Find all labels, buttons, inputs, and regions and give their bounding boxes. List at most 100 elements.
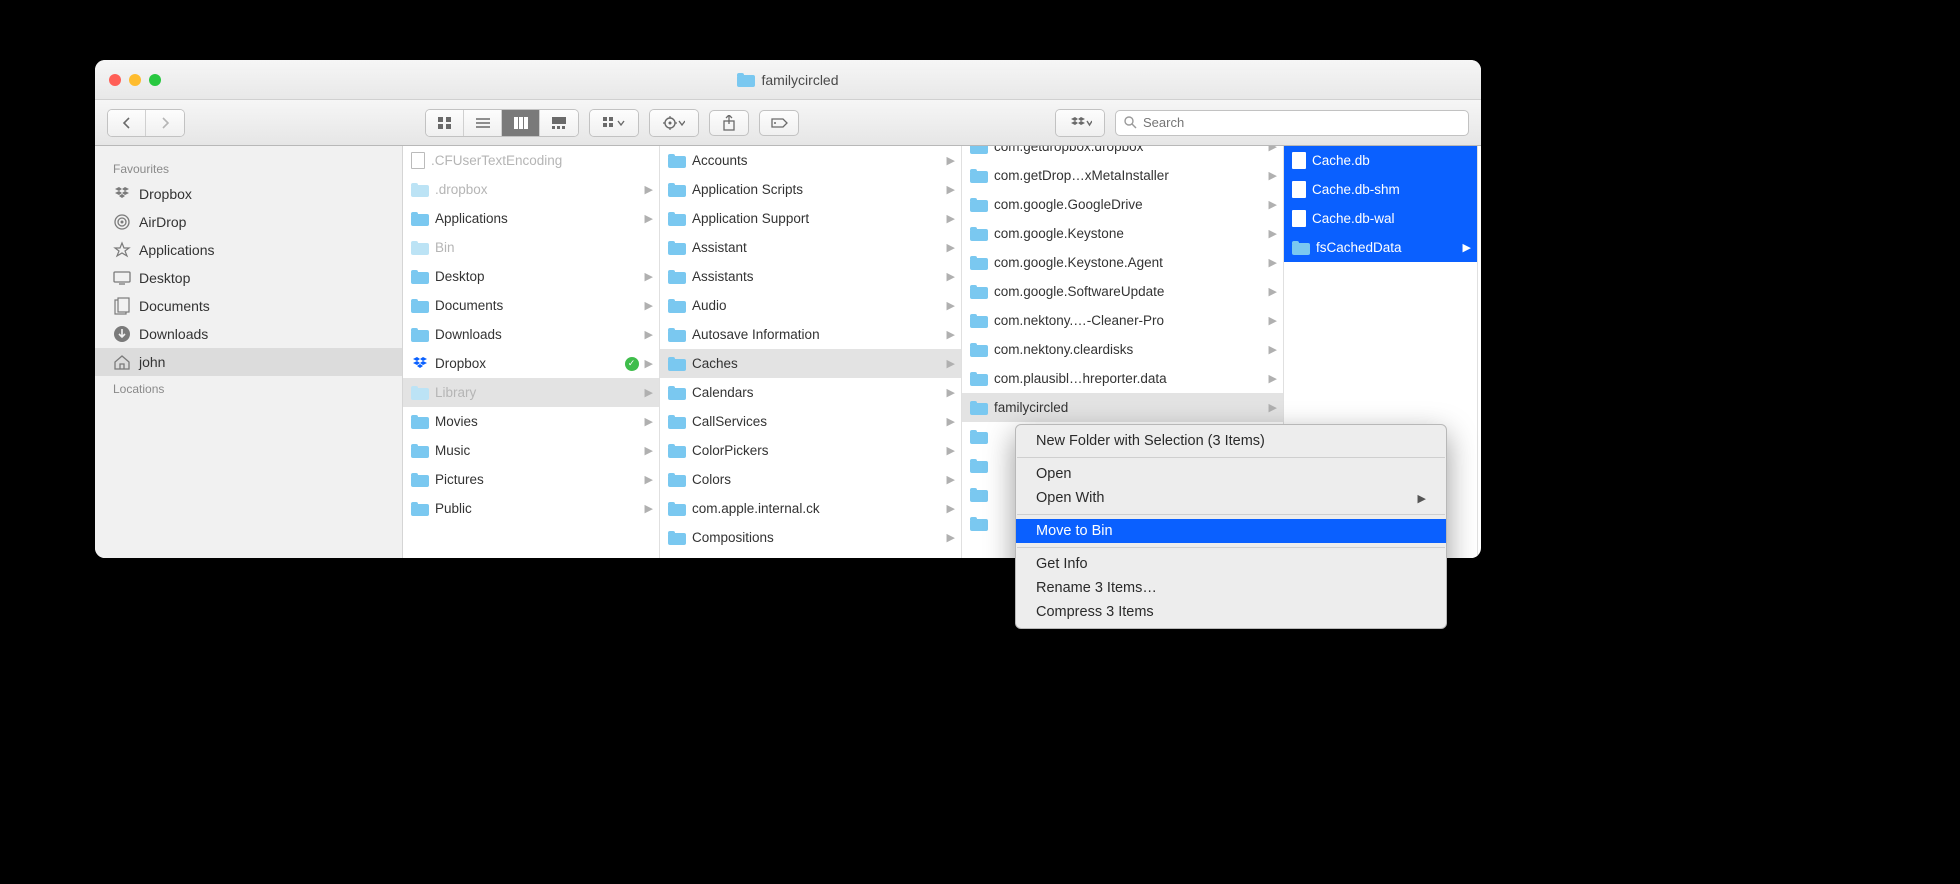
- file-row[interactable]: com.plausibl…hreporter.data▶: [962, 364, 1283, 393]
- file-row[interactable]: Downloads▶: [403, 320, 659, 349]
- file-row[interactable]: com.google.SoftwareUpdate▶: [962, 277, 1283, 306]
- sidebar-item-documents[interactable]: Documents: [95, 292, 402, 320]
- file-row[interactable]: Containers▶: [660, 552, 961, 558]
- sidebar-item-airdrop[interactable]: AirDrop: [95, 208, 402, 236]
- folder-icon: [411, 328, 429, 342]
- file-name: Downloads: [435, 327, 639, 342]
- file-row[interactable]: Assistant▶: [660, 233, 961, 262]
- share-button[interactable]: [709, 110, 749, 136]
- file-row[interactable]: Library▶: [403, 378, 659, 407]
- file-row[interactable]: .CFUserTextEncoding: [403, 146, 659, 175]
- folder-icon: [970, 517, 988, 531]
- column-view-button[interactable]: [502, 110, 540, 136]
- sidebar-item-label: AirDrop: [139, 214, 186, 230]
- file-row[interactable]: Autosave Information▶: [660, 320, 961, 349]
- file-row[interactable]: Public▶: [403, 494, 659, 523]
- file-row[interactable]: Pictures▶: [403, 465, 659, 494]
- folder-icon: [1292, 241, 1310, 255]
- chevron-right-icon: ▶: [1269, 285, 1277, 298]
- chevron-right-icon: ▶: [645, 299, 653, 312]
- sidebar-item-applications[interactable]: Applications: [95, 236, 402, 264]
- file-name: fsCachedData: [1316, 240, 1457, 255]
- file-row[interactable]: Audio▶: [660, 291, 961, 320]
- sidebar-item-desktop[interactable]: Desktop: [95, 264, 402, 292]
- file-row[interactable]: Documents▶: [403, 291, 659, 320]
- gallery-view-button[interactable]: [540, 110, 578, 136]
- menu-item[interactable]: Get Info: [1016, 552, 1446, 576]
- file-row[interactable]: .dropbox▶: [403, 175, 659, 204]
- file-row[interactable]: Assistants▶: [660, 262, 961, 291]
- arrange-button[interactable]: [590, 110, 638, 136]
- file-name: Application Support: [692, 211, 941, 226]
- icon-view-button[interactable]: [426, 110, 464, 136]
- file-row[interactable]: Caches▶: [660, 349, 961, 378]
- chevron-right-icon: ▶: [1269, 198, 1277, 211]
- file-row[interactable]: Cache.db-wal: [1284, 204, 1477, 233]
- file-row[interactable]: Calendars▶: [660, 378, 961, 407]
- chevron-right-icon: ▶: [1269, 343, 1277, 356]
- file-name: com.google.Keystone: [994, 226, 1263, 241]
- file-row[interactable]: com.getDrop…xMetaInstaller▶: [962, 161, 1283, 190]
- menu-item-label: Compress 3 Items: [1036, 604, 1154, 620]
- chevron-right-icon: ▶: [947, 531, 955, 544]
- file-row[interactable]: com.google.Keystone.Agent▶: [962, 248, 1283, 277]
- file-row[interactable]: Compositions▶: [660, 523, 961, 552]
- search-input[interactable]: [1143, 115, 1460, 130]
- folder-icon: [970, 488, 988, 502]
- file-row[interactable]: com.google.Keystone ▶: [962, 219, 1283, 248]
- file-row[interactable]: ColorPickers▶: [660, 436, 961, 465]
- folder-icon: [668, 241, 686, 255]
- chevron-right-icon: ▶: [1269, 227, 1277, 240]
- menu-item[interactable]: New Folder with Selection (3 Items): [1016, 429, 1446, 453]
- file-row[interactable]: Desktop▶: [403, 262, 659, 291]
- file-row[interactable]: Cache.db: [1284, 146, 1477, 175]
- sidebar-item-john[interactable]: john: [95, 348, 402, 376]
- chevron-right-icon: ▶: [1269, 401, 1277, 414]
- john-icon: [113, 353, 131, 371]
- file-name: Movies: [435, 414, 639, 429]
- sidebar-item-dropbox[interactable]: Dropbox: [95, 180, 402, 208]
- file-row[interactable]: Bin: [403, 233, 659, 262]
- file-row[interactable]: familycircled▶: [962, 393, 1283, 422]
- menu-item[interactable]: Move to Bin: [1016, 519, 1446, 543]
- close-button[interactable]: [109, 74, 121, 86]
- menu-item[interactable]: Rename 3 Items…: [1016, 576, 1446, 600]
- minimize-button[interactable]: [129, 74, 141, 86]
- file-row[interactable]: Applications▶: [403, 204, 659, 233]
- file-row[interactable]: Application Support▶: [660, 204, 961, 233]
- folder-icon: [668, 444, 686, 458]
- file-name: .dropbox: [435, 182, 639, 197]
- file-row[interactable]: Accounts▶: [660, 146, 961, 175]
- file-row[interactable]: Music▶: [403, 436, 659, 465]
- menu-item[interactable]: Compress 3 Items: [1016, 600, 1446, 624]
- tags-button[interactable]: [759, 110, 799, 136]
- file-row[interactable]: com.nektony.…-Cleaner-Pro▶: [962, 306, 1283, 335]
- zoom-button[interactable]: [149, 74, 161, 86]
- window-title-text: familycircled: [761, 72, 838, 88]
- desktop-icon: [113, 269, 131, 287]
- list-view-button[interactable]: [464, 110, 502, 136]
- dropbox-toolbar-button[interactable]: [1056, 110, 1104, 136]
- file-row[interactable]: Colors▶: [660, 465, 961, 494]
- menu-item[interactable]: Open: [1016, 462, 1446, 486]
- file-row[interactable]: com.nektony.cleardisks▶: [962, 335, 1283, 364]
- back-button[interactable]: [108, 110, 146, 136]
- file-row[interactable]: Application Scripts▶: [660, 175, 961, 204]
- file-row[interactable]: Dropbox✓▶: [403, 349, 659, 378]
- chevron-right-icon: ▶: [645, 415, 653, 428]
- folder-icon: [970, 401, 988, 415]
- file-row[interactable]: Cache.db-shm: [1284, 175, 1477, 204]
- chevron-right-icon: ▶: [645, 357, 653, 370]
- file-row[interactable]: fsCachedData▶: [1284, 233, 1477, 262]
- search-field[interactable]: [1115, 110, 1469, 136]
- file-row[interactable]: Movies ▶: [403, 407, 659, 436]
- sidebar-item-downloads[interactable]: Downloads: [95, 320, 402, 348]
- dropbox-button-group: [1055, 109, 1105, 137]
- file-row[interactable]: com.getdropbox.dropbox▶: [962, 146, 1283, 161]
- file-row[interactable]: com.apple.internal.ck▶: [660, 494, 961, 523]
- forward-button[interactable]: [146, 110, 184, 136]
- action-button[interactable]: [650, 110, 698, 136]
- file-row[interactable]: com.google.GoogleDrive▶: [962, 190, 1283, 219]
- menu-item[interactable]: Open With▶: [1016, 486, 1446, 510]
- file-row[interactable]: CallServices▶: [660, 407, 961, 436]
